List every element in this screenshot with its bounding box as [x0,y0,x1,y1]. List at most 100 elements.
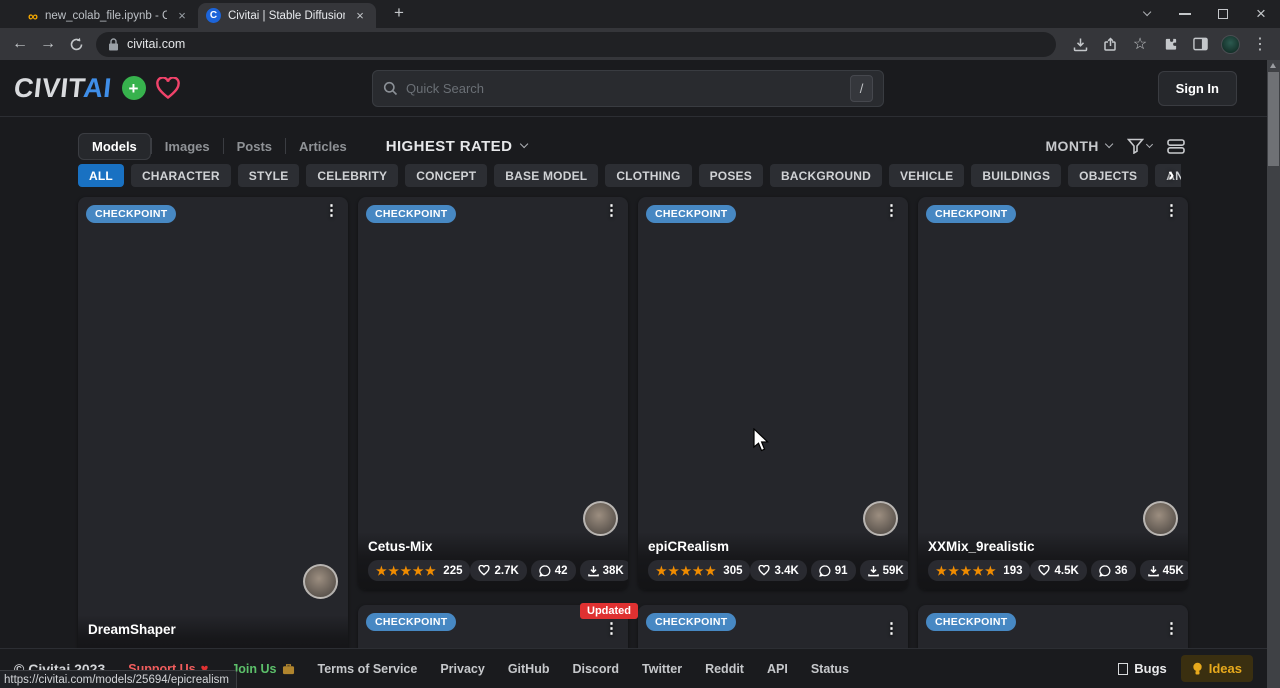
window-controls: × [1128,0,1280,28]
side-panel-icon[interactable] [1186,30,1214,58]
reload-icon[interactable] [62,30,90,58]
layout-toggle-button[interactable] [1167,139,1185,154]
tab-close-icon[interactable]: × [352,8,368,23]
card-menu-icon[interactable]: ⋮ [884,619,899,637]
back-icon[interactable]: ← [6,30,34,58]
sign-in-button[interactable]: Sign In [1158,71,1237,106]
creator-avatar[interactable] [583,501,618,536]
likes-count: 3.4K [774,565,798,577]
card-info: XXMix_9realistic ★★★★★193 4.5K 36 45K [918,532,1188,590]
footer-link-api[interactable]: API [767,662,788,676]
card-menu-icon[interactable]: ⋮ [1164,619,1179,637]
tab-posts[interactable]: Posts [224,134,285,159]
checkpoint-badge: CHECKPOINT [646,205,736,223]
download-icon[interactable] [1066,30,1094,58]
filter-dropdown[interactable] [1127,138,1152,154]
chip-celebrity[interactable]: CELEBRITY [306,164,398,187]
civitai-logo[interactable]: CIVITAI [12,73,113,104]
checkpoint-badge: CHECKPOINT [366,205,456,223]
chip-buildings[interactable]: BUILDINGS [971,164,1061,187]
chip-base-model[interactable]: BASE MODEL [494,164,598,187]
window-minimize-button[interactable] [1166,0,1204,28]
search-icon [383,81,398,96]
chip-style[interactable]: STYLE [238,164,300,187]
quick-search-bar[interactable]: / [372,70,884,107]
grid-column: Cetus-Mix ★★★★★225 2.7K 42 38K CHECKPOIN… [358,197,628,688]
footer-link-reddit[interactable]: Reddit [705,662,744,676]
ideas-label: Ideas [1209,661,1242,676]
download-icon [588,565,599,577]
footer-link-discord[interactable]: Discord [572,662,619,676]
model-title: DreamShaper [88,622,338,637]
footer-link-status[interactable]: Status [811,662,849,676]
footer-link-terms[interactable]: Terms of Service [318,662,418,676]
stat-pills: 3.4K 91 59K [750,560,908,581]
likes-pill: 2.7K [470,560,526,581]
footer-link-join-us[interactable]: Join Us [231,662,294,676]
create-plus-button[interactable]: + [122,76,146,100]
page-scrollbar[interactable] [1267,60,1280,688]
chip-clothing[interactable]: CLOTHING [605,164,691,187]
tab-articles[interactable]: Articles [286,134,360,159]
chip-vehicle[interactable]: VEHICLE [889,164,964,187]
tab-search-chevron-icon[interactable] [1128,0,1166,28]
chip-poses[interactable]: POSES [699,164,763,187]
chip-character[interactable]: CHARACTER [131,164,231,187]
rating-count: 193 [1003,565,1022,577]
card-menu-icon[interactable]: ⋮ [324,201,339,219]
footer-link-twitter[interactable]: Twitter [642,662,682,676]
bugs-button[interactable]: Bugs [1118,661,1167,676]
search-input[interactable] [406,81,842,96]
creator-avatar[interactable] [863,501,898,536]
share-icon[interactable] [1096,30,1124,58]
chip-concept[interactable]: CONCEPT [405,164,487,187]
downloads-pill: 59K [860,560,908,581]
model-card-cetus-mix[interactable]: Cetus-Mix ★★★★★225 2.7K 42 38K CHECKPOIN… [358,197,628,590]
tab-models[interactable]: Models [78,133,151,160]
chips-scroll-right-icon[interactable]: › [1168,165,1174,187]
sort-dropdown[interactable]: HIGHEST RATED [386,138,528,155]
card-menu-icon[interactable]: ⋮ [604,619,619,637]
window-close-button[interactable]: × [1242,0,1280,28]
window-maximize-button[interactable] [1204,0,1242,28]
scrollbar-up-arrow[interactable] [1270,63,1276,68]
ideas-button[interactable]: Ideas [1181,655,1253,682]
card-menu-icon[interactable]: ⋮ [1164,201,1179,219]
heart-icon [1038,565,1050,576]
grid-column: XXMix_9realistic ★★★★★193 4.5K 36 45K CH… [918,197,1188,688]
card-menu-icon[interactable]: ⋮ [604,201,619,219]
comment-icon [819,565,831,577]
likes-count: 2.7K [494,565,518,577]
new-tab-button[interactable]: + [386,2,412,24]
address-bar[interactable]: civitai.com [96,32,1056,57]
tab-close-icon[interactable]: × [174,8,190,23]
creator-avatar[interactable] [1143,501,1178,536]
likes-pill: 4.5K [1030,560,1086,581]
extensions-puzzle-icon[interactable] [1156,30,1184,58]
browser-menu-icon[interactable]: ⋮ [1246,30,1274,58]
support-heart-icon[interactable] [155,77,181,100]
logo-civit-text: CIVIT [12,73,85,103]
model-card-xxmix[interactable]: XXMix_9realistic ★★★★★193 4.5K 36 45K CH… [918,197,1188,590]
bookmark-star-icon[interactable]: ☆ [1126,30,1154,58]
scrollbar-thumb[interactable] [1268,72,1279,166]
star-icons: ★★★★★ [376,564,437,578]
downloads-pill: 38K [580,560,628,581]
card-menu-icon[interactable]: ⋮ [884,201,899,219]
period-label: MONTH [1045,138,1098,154]
footer-link-github[interactable]: GitHub [508,662,550,676]
browser-tab-colab[interactable]: ∞ new_colab_file.ipynb - Colaborat × [20,3,198,28]
footer-link-privacy[interactable]: Privacy [440,662,484,676]
profile-avatar[interactable] [1216,30,1244,58]
period-dropdown[interactable]: MONTH [1045,138,1112,154]
browser-tab-civitai[interactable]: C Civitai | Stable Diffusion models, × [198,3,376,28]
tab-images[interactable]: Images [152,134,223,159]
model-card-dreamshaper[interactable]: DreamShaper CHECKPOINT ⋮ [78,197,348,667]
forward-icon[interactable]: → [34,30,62,58]
chip-all[interactable]: ALL [78,164,124,187]
stat-pills: 4.5K 36 45K [1030,560,1188,581]
chip-background[interactable]: BACKGROUND [770,164,882,187]
chip-objects[interactable]: OBJECTS [1068,164,1148,187]
creator-avatar[interactable] [303,564,338,599]
model-card-epicrealism[interactable]: epiCRealism ★★★★★305 3.4K 91 59K CHECKPO… [638,197,908,590]
